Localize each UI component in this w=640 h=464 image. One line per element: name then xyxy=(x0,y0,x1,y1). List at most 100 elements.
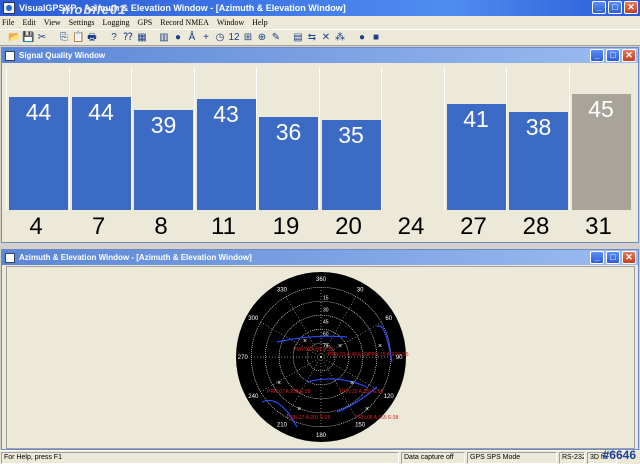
close-button[interactable]: ✕ xyxy=(624,1,638,14)
signal-value: 36 xyxy=(275,119,302,146)
azimuth-label: 180 xyxy=(316,433,327,439)
save-icon[interactable]: 💾 xyxy=(22,32,34,44)
status-help: For Help, press F1 xyxy=(1,452,399,464)
signal-value: 41 xyxy=(463,106,489,133)
signal-value: 43 xyxy=(213,101,239,128)
menu-view[interactable]: View xyxy=(44,18,61,27)
clock-icon[interactable]: ◷ xyxy=(214,32,226,44)
copy-icon[interactable]: ⎘ xyxy=(58,32,70,44)
signal-close-button[interactable]: ✕ xyxy=(622,49,636,62)
azimuth-label: 210 xyxy=(277,423,288,429)
satellite-label: PRN:08 A:165 E:38 xyxy=(355,415,399,421)
signal-value: 39 xyxy=(150,111,177,138)
signal-window-icon[interactable]: ▦ xyxy=(136,32,148,44)
satellite-marker: × xyxy=(378,343,382,350)
bar-slot: 44 xyxy=(68,67,131,210)
bar-slot: 38 xyxy=(506,67,568,210)
status-bar: For Help, press F1 Data capture off GPS … xyxy=(0,450,640,464)
azimuth-elevation-window: Azimuth & Elevation Window - [Azimuth & … xyxy=(1,249,639,450)
azimuth-label: 120 xyxy=(384,394,395,400)
signal-value: 44 xyxy=(88,98,114,125)
cut-icon[interactable]: ✂ xyxy=(36,32,48,44)
prn-label: 8 xyxy=(154,213,168,240)
menu-gps[interactable]: GPS xyxy=(138,18,153,27)
target-icon[interactable]: ⊕ xyxy=(256,32,268,44)
prn-label: 24 xyxy=(397,213,425,240)
bar-chart-icon[interactable]: ▥ xyxy=(158,32,170,44)
azel-window-title: Azimuth & Elevation Window - [Azimuth & … xyxy=(19,253,252,262)
prn-label: 11 xyxy=(211,213,236,240)
help-icon[interactable]: ⁇ xyxy=(122,32,134,44)
azel-minimize-button[interactable]: _ xyxy=(590,251,604,264)
antenna-icon[interactable]: Å xyxy=(186,32,198,44)
menu-settings[interactable]: Settings xyxy=(69,18,95,27)
open-folder-icon[interactable]: 📂 xyxy=(8,32,20,44)
signal-value: 44 xyxy=(25,98,52,125)
elevation-label: 30 xyxy=(323,307,329,313)
signal-bar: 39 xyxy=(134,109,193,210)
numbers-icon[interactable]: 12 xyxy=(228,32,240,44)
maximize-button[interactable]: □ xyxy=(608,1,622,14)
satellite-label: PRN:20 A:137 E:36 xyxy=(340,389,384,395)
signal-bar: 44 xyxy=(71,96,131,210)
print-icon[interactable]: 🖶 xyxy=(86,32,98,44)
paste-icon[interactable]: 📋 xyxy=(72,32,84,44)
connect-icon[interactable]: ⇆ xyxy=(306,32,318,44)
signal-bar: 38 xyxy=(509,112,568,210)
menu-window[interactable]: Window xyxy=(217,18,244,27)
menu-help[interactable]: Help xyxy=(252,18,268,27)
satellite-label: PRN:15 A:97 E:55 xyxy=(368,352,409,358)
record-icon[interactable]: ● xyxy=(356,32,368,44)
azimuth-label: 270 xyxy=(238,355,249,361)
polar-plot: 3603060901201501802102402703003301530456… xyxy=(236,272,409,442)
azimuth-label: 300 xyxy=(248,316,259,322)
azel-maximize-button[interactable]: □ xyxy=(606,251,620,264)
menu-edit[interactable]: Edit xyxy=(22,18,35,27)
satellite-label: PRN:27 A:201 E:25 xyxy=(287,415,331,421)
prn-label: 20 xyxy=(335,213,362,240)
menu-record-nmea[interactable]: Record NMEA xyxy=(160,18,209,27)
prn-label: 19 xyxy=(272,213,300,240)
azimuth-label: 30 xyxy=(357,287,364,293)
azel-window-title-bar[interactable]: Azimuth & Elevation Window - [Azimuth & … xyxy=(2,250,638,265)
disconnect-icon[interactable]: ✕ xyxy=(320,32,332,44)
azimuth-label: 330 xyxy=(277,287,288,293)
menu-bar: File Edit View Settings Logging GPS Reco… xyxy=(0,16,640,29)
position-icon[interactable]: + xyxy=(200,32,212,44)
azimuth-icon[interactable]: ● xyxy=(172,32,184,44)
about-icon[interactable]: ? xyxy=(108,32,120,44)
status-mode: GPS SPS Mode xyxy=(467,452,557,464)
stop-icon[interactable]: ■ xyxy=(370,32,382,44)
app-icon xyxy=(3,2,15,14)
elevation-label: 45 xyxy=(323,319,329,325)
signal-bar: 35 xyxy=(321,119,381,210)
satellite-marker: × xyxy=(297,406,301,413)
minimize-button[interactable]: _ xyxy=(592,1,606,14)
toolbar: 📂 💾 ✂ ⎘ 📋 🖶? ⁇ ▦ ▥ ● Å + ◷ 12 ⊞ ⊕ ✎ ▤ ⇆ ✕ ⁂ ● ■ xyxy=(0,29,640,46)
satellite-marker: × xyxy=(303,338,307,345)
settings-icon[interactable]: ⁂ xyxy=(334,32,346,44)
signal-bar: 43 xyxy=(196,99,256,210)
prn-label: 7 xyxy=(91,213,106,240)
satellite-marker: × xyxy=(350,380,354,387)
menu-logging[interactable]: Logging xyxy=(102,18,129,27)
azimuth-label: 360 xyxy=(316,277,327,283)
edit-icon[interactable]: ✎ xyxy=(270,32,282,44)
bar-slot: 36 xyxy=(256,67,318,210)
signal-window-title-bar[interactable]: Signal Quality Window _ □ ✕ xyxy=(2,48,638,63)
status-port: RS-232 xyxy=(559,452,585,464)
signal-value: 45 xyxy=(588,96,614,123)
azel-close-button[interactable]: ✕ xyxy=(622,251,636,264)
prn-label: 4 xyxy=(29,213,43,240)
survey-icon[interactable]: ⊞ xyxy=(242,32,254,44)
menu-file[interactable]: File xyxy=(2,18,14,27)
bar-slot: 44 xyxy=(6,67,68,210)
bar-slot xyxy=(381,67,441,210)
satellite-label: PRN:31 A:49 E:81 xyxy=(328,352,369,358)
signal-maximize-button[interactable]: □ xyxy=(606,49,620,62)
app-title-bar[interactable]: VisualGPSXP - Azimuth & Elevation Window… xyxy=(0,0,640,17)
satellite-label: PRN:07 A:258 E:28 xyxy=(267,389,311,395)
prn-label: 31 xyxy=(585,213,612,240)
properties-icon[interactable]: ▤ xyxy=(292,32,304,44)
signal-minimize-button[interactable]: _ xyxy=(590,49,604,62)
